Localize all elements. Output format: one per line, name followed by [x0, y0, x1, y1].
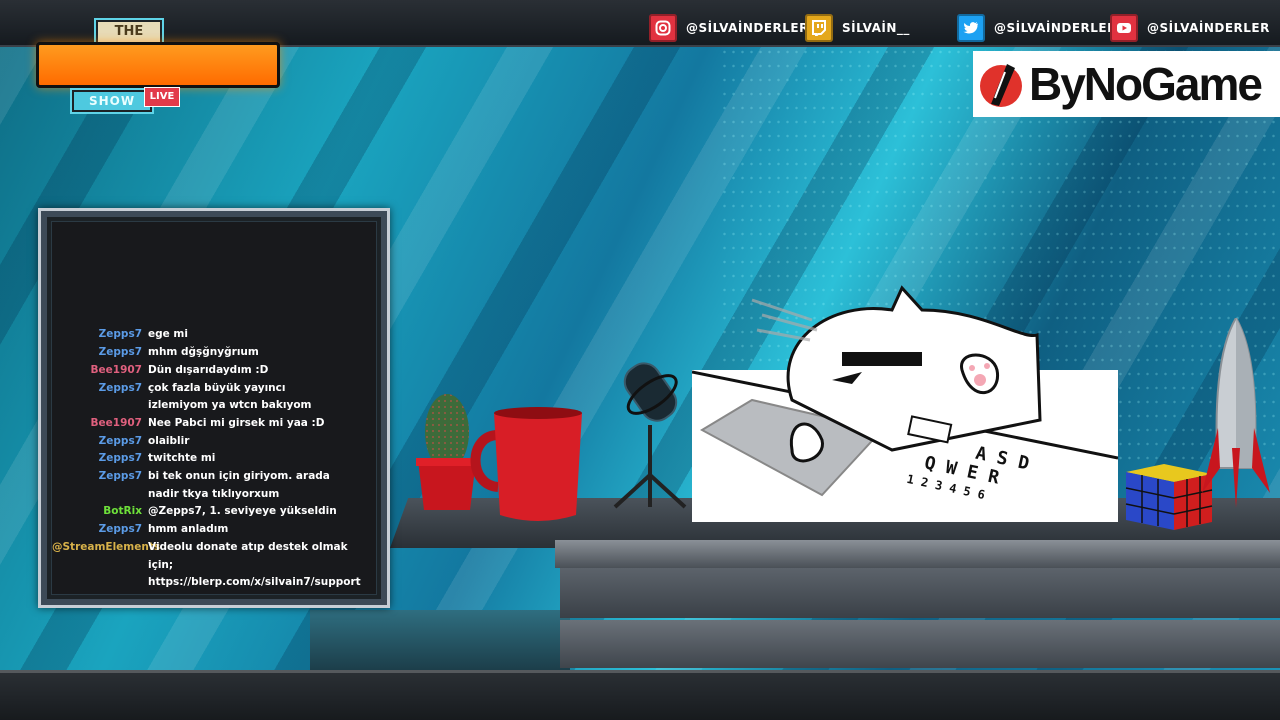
chat-text: Nee Pabci mi girsek mi yaa :D [148, 416, 325, 429]
desk-left-side [310, 610, 570, 670]
chat-text: Videolu donate atıp destek olmak için; h… [148, 540, 361, 589]
youtube-handle: @SİLVAİNDERLER [1147, 21, 1270, 35]
chat-username[interactable]: Zepps7 [52, 433, 142, 451]
desk-drawer-lower [560, 620, 1280, 668]
live-badge-text: LIVE [149, 91, 175, 102]
chat-message: Bee1907 Nee Pabci mi girsek mi yaa :D [52, 415, 376, 433]
chat-username[interactable]: Zepps7 [52, 344, 142, 362]
logo-show-tag: SHOW [70, 88, 154, 114]
chat-text: ege mi [148, 328, 188, 341]
twitter-icon [957, 14, 985, 42]
logo-orange-bar [36, 42, 280, 88]
chat-message: Zepps7 hmm anladım [52, 521, 376, 539]
youtube-icon [1110, 14, 1138, 42]
logo-the-text: THE [98, 22, 160, 42]
sponsor-name: ByNoGame [1029, 58, 1263, 110]
floor-bar [0, 670, 1280, 720]
chat-message: Bee1907 Dün dışarıdaydım :D [52, 362, 376, 380]
chat-username[interactable]: Bee1907 [52, 415, 142, 433]
chat-text: çok fazla büyük yayıncı izlemiyom ya wtc… [148, 381, 312, 412]
chat-text: hmm anladım [148, 523, 229, 536]
stream-overlay: A S D Q W E R 1 2 3 4 5 6 @SİLVAİNDERLER [0, 0, 1280, 720]
social-instagram[interactable]: @SİLVAİNDERLER [649, 14, 809, 42]
chat-text: olaiblir [148, 434, 190, 447]
social-twitter[interactable]: @SİLVAİNDERLEI [957, 14, 1112, 42]
chat-text: mhm dğşğnyğrıum [148, 346, 259, 359]
chat-message: Zepps7 mhm dğşğnyğrıum [52, 344, 376, 362]
desk-drawer-upper [560, 568, 1280, 618]
sponsor-banner: ByNoGame [973, 51, 1280, 117]
chat-text: @Zepps7, 1. seviyeye yükseldin [148, 505, 337, 518]
chat-message: Zepps7 ege mi [52, 326, 376, 344]
chat-message: Zepps7 bi tek onun için giriyom. arada na… [52, 468, 376, 503]
social-youtube[interactable]: @SİLVAİNDERLER [1110, 14, 1270, 42]
microphone-stand [613, 362, 687, 509]
chat-text: twitchte mi [148, 452, 216, 465]
bongo-cat-image: A S D Q W E R 1 2 3 4 5 6 [692, 285, 1118, 522]
chat-message-list[interactable]: Zepps7 ege mi Zepps7 mhm dğşğnyğrıum Bee1907… [52, 326, 376, 592]
instagram-icon [649, 14, 677, 42]
chat-username[interactable]: BotRix [52, 503, 142, 521]
rocket-model [1202, 318, 1270, 508]
live-badge: LIVE [144, 87, 180, 107]
chat-message: Zepps7 twitchte mi [52, 450, 376, 468]
chat-panel: Zepps7 ege mi Zepps7 mhm dğşğnyğrıum Bee1907… [38, 208, 390, 608]
chat-username[interactable]: @StreamElements [52, 539, 160, 592]
show-logo: THE SHOW LIVE [36, 18, 280, 114]
chat-text: Dün dışarıdaydım :D [148, 363, 269, 376]
chat-username[interactable]: Zepps7 [52, 450, 142, 468]
chat-inner: Zepps7 ege mi Zepps7 mhm dğşğnyğrıum Bee1907… [51, 221, 377, 595]
chat-username[interactable]: Zepps7 [52, 521, 142, 539]
chat-message: @StreamElements Videolu donate atıp deste… [52, 539, 376, 592]
chat-username[interactable]: Zepps7 [52, 326, 142, 344]
instagram-handle: @SİLVAİNDERLER [686, 21, 809, 35]
twitch-icon [805, 14, 833, 42]
chat-username[interactable]: Bee1907 [52, 362, 142, 380]
logo-show-text: SHOW [74, 92, 150, 110]
bynogame-logo-icon [980, 64, 1022, 107]
twitch-handle: SİLVAİN__ [842, 21, 910, 35]
desk-front-edge [555, 540, 1280, 568]
twitter-handle: @SİLVAİNDERLEI [994, 21, 1113, 35]
chat-text: bi tek onun için giriyom. arada nadir tk… [148, 470, 330, 500]
red-mug [470, 407, 582, 521]
chat-username[interactable]: Zepps7 [52, 380, 142, 415]
social-twitch[interactable]: SİLVAİN__ [805, 14, 910, 42]
chat-username[interactable]: Zepps7 [52, 468, 142, 503]
chat-message: Zepps7 çok fazla büyük yayıncı izlemiyom … [52, 380, 376, 415]
chat-message: Zepps7 olaiblir [52, 433, 376, 451]
chat-message: BotRix @Zepps7, 1. seviyeye yükseldin [52, 503, 376, 521]
